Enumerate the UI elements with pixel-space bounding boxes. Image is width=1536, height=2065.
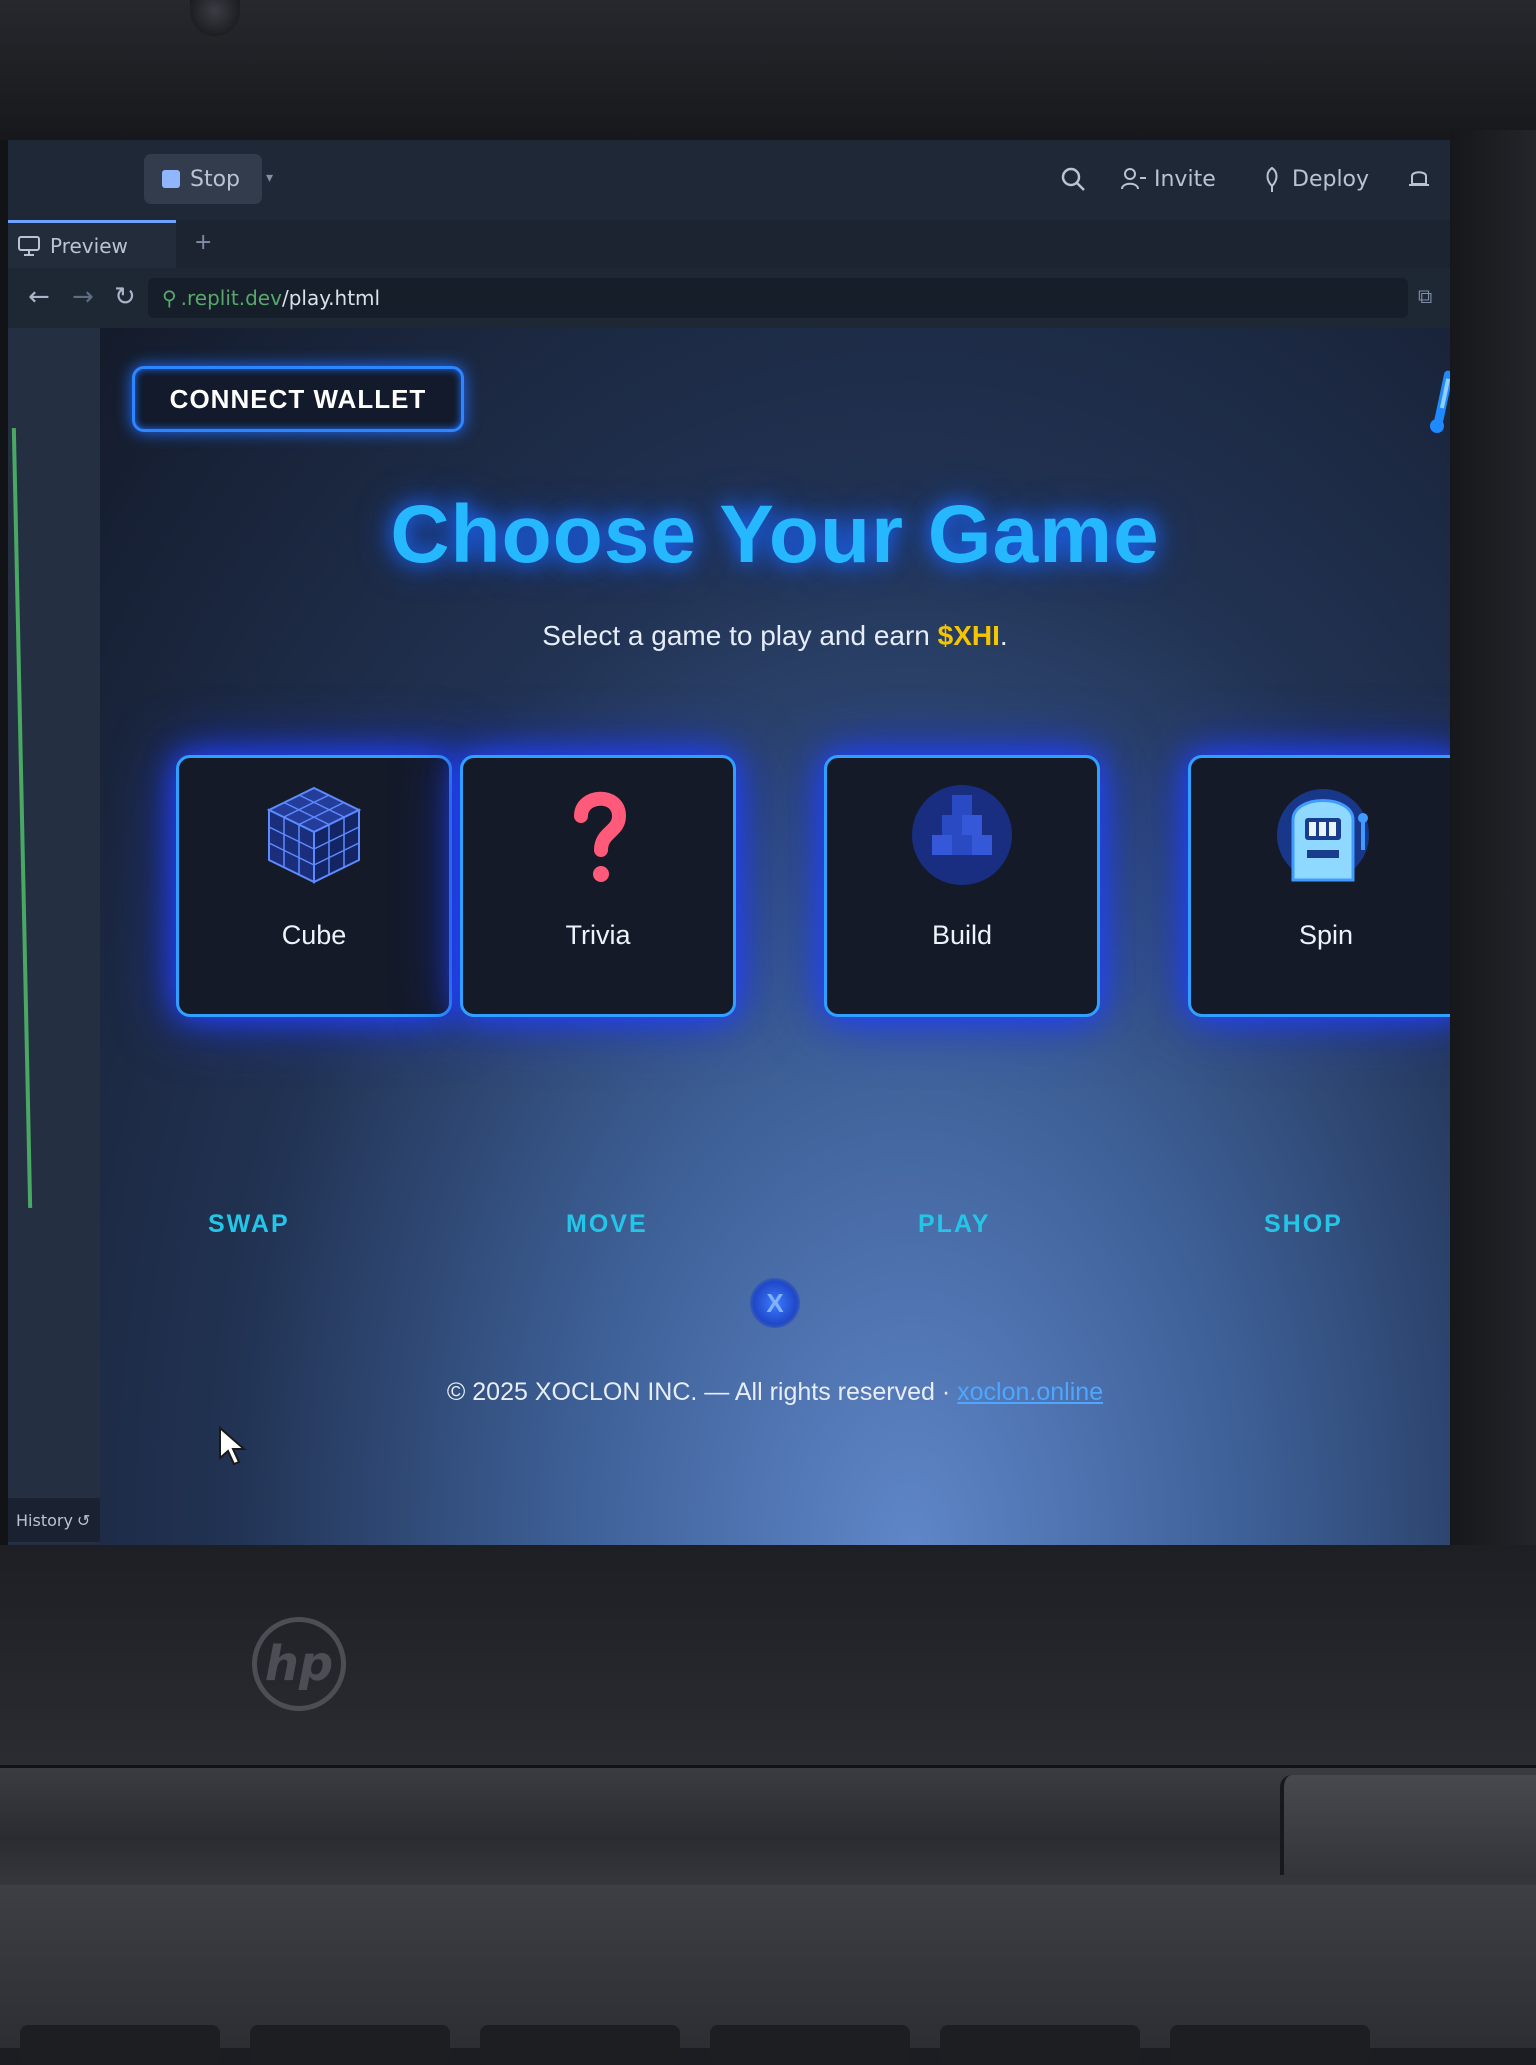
url-input[interactable]: ⚲ .replit.dev /play.html <box>148 278 1408 318</box>
footer-text: © 2025 XOCLON INC. — All rights reserved… <box>446 1378 958 1406</box>
move-link[interactable]: MOVE <box>566 1210 648 1239</box>
tab-preview-label: Preview <box>50 233 128 258</box>
game-card-cube[interactable]: Cube <box>176 755 452 1017</box>
hp-logo: hp <box>252 1617 346 1711</box>
search-icon <box>1061 167 1085 191</box>
laptop-bezel-bottom: hp <box>0 1545 1536 1765</box>
coin-symbol: $XHI <box>937 620 1000 651</box>
invite-button[interactable]: Invite <box>1120 166 1216 192</box>
laptop-bezel-left <box>0 140 8 1550</box>
user-plus-icon <box>1121 168 1146 190</box>
add-tab-icon[interactable]: + <box>194 230 212 255</box>
shop-link[interactable]: SHOP <box>1264 1210 1343 1239</box>
stop-label: Stop <box>190 166 241 192</box>
forward-arrow-icon[interactable]: → <box>72 282 94 312</box>
keyboard-key <box>480 2025 680 2065</box>
page-title: Choose Your Game <box>390 489 1160 580</box>
chevron-down-icon[interactable]: ▾ <box>266 170 273 186</box>
keyboard-key <box>710 2025 910 2065</box>
slot-machine-icon <box>1277 789 1369 882</box>
editor-panel-sliver: History ↺ <box>8 328 100 1545</box>
replit-topbar: Stop ▾ Invite Deploy <box>8 140 1450 220</box>
history-label: History <box>16 1510 73 1530</box>
reload-icon[interactable]: ↻ <box>114 282 136 312</box>
game-page: CONNECT WALLET Choose Your Game Select a… <box>100 328 1450 1545</box>
game-label-spin: Spin <box>1298 920 1354 950</box>
laptop-bezel-right <box>1450 130 1536 1550</box>
subtitle-text: Select a game to play and earn <box>542 620 938 651</box>
keyboard-key <box>20 2025 220 2065</box>
keyboard-key <box>940 2025 1140 2065</box>
url-path: /play.html <box>281 286 381 310</box>
deploy-button[interactable]: Deploy <box>1260 166 1369 192</box>
history-button[interactable]: History ↺ <box>8 1498 100 1542</box>
subtitle-end: . <box>999 620 1008 651</box>
laptop-screen: Stop ▾ Invite Deploy Preview + ← → ↻ ⚲ .… <box>8 140 1450 1545</box>
history-icon: ↺ <box>76 1510 91 1530</box>
blocks-icon <box>912 785 1012 885</box>
game-label-trivia: Trivia <box>565 920 631 950</box>
notifications-button[interactable] <box>1408 166 1430 190</box>
mouse-cursor-icon <box>219 1426 247 1466</box>
game-card-trivia[interactable]: Trivia <box>460 755 736 1017</box>
link-icon: ⚲ <box>162 286 177 310</box>
url-bar: ← → ↻ ⚲ .replit.dev /play.html ⧉ <box>8 268 1450 328</box>
laptop-hinge-cap <box>1280 1775 1536 1875</box>
search-button[interactable] <box>1060 166 1086 192</box>
tab-bar: Preview + <box>8 220 1450 268</box>
back-arrow-icon[interactable]: ← <box>28 282 50 312</box>
keyboard-key <box>250 2025 450 2065</box>
monitor-icon <box>18 235 40 256</box>
devtools-icon[interactable]: ⧉ <box>1418 284 1432 308</box>
keyboard-key <box>1170 2025 1370 2065</box>
swap-link[interactable]: SWAP <box>208 1210 290 1239</box>
footer: © 2025 XOCLON INC. — All rights reserved… <box>100 1378 1450 1407</box>
tab-preview[interactable]: Preview <box>8 220 176 268</box>
stop-button[interactable]: Stop <box>144 154 262 204</box>
play-link[interactable]: PLAY <box>918 1210 990 1239</box>
game-label-build: Build <box>931 920 993 950</box>
deploy-label: Deploy <box>1292 166 1370 192</box>
invite-label: Invite <box>1154 166 1216 192</box>
game-card-build[interactable]: Build <box>824 755 1100 1017</box>
bell-icon <box>1409 171 1429 186</box>
thermometer-icon[interactable] <box>1430 368 1450 438</box>
stop-icon <box>162 170 180 188</box>
cube-icon <box>266 786 362 884</box>
game-label-cube: Cube <box>281 920 347 950</box>
page-subtitle: Select a game to play and earn $XHI. <box>100 620 1450 652</box>
connect-wallet-button[interactable]: CONNECT WALLET <box>132 366 464 432</box>
xoclon-logo-badge[interactable]: X <box>750 1278 800 1328</box>
footer-link[interactable]: xoclon.online <box>957 1378 1103 1406</box>
deploy-icon <box>1266 166 1278 192</box>
question-mark-icon <box>574 791 627 882</box>
game-card-spin[interactable]: Spin <box>1188 755 1450 1017</box>
gutter-indicator <box>11 428 33 1208</box>
url-domain: .replit.dev <box>180 286 282 310</box>
keyboard-deck <box>0 1885 1536 2065</box>
